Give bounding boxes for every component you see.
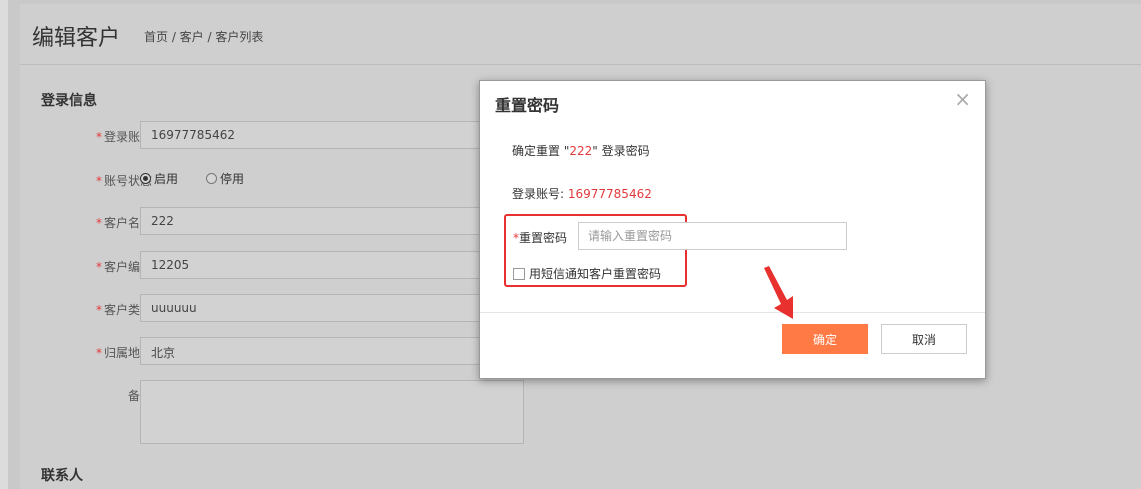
modal-divider	[480, 312, 985, 313]
reset-password-input[interactable]	[578, 222, 847, 250]
sms-notify-option[interactable]: 用短信通知客户重置密码	[513, 265, 661, 282]
account-number: 16977785462	[567, 187, 652, 201]
region-field[interactable]: 北京	[140, 337, 522, 365]
page-title: 编辑客户	[32, 26, 121, 51]
section-title-login: 登录信息	[41, 93, 97, 109]
confirm-customer-name: 222	[569, 144, 593, 158]
annotation-arrow-icon	[764, 266, 793, 319]
required-mark: *	[95, 216, 102, 230]
sms-notify-label: 用短信通知客户重置密码	[529, 267, 662, 281]
sms-notify-checkbox[interactable]	[513, 267, 525, 280]
status-radio-group: 启用 停用	[140, 170, 272, 187]
modal-header: 重置密码 ×	[480, 81, 985, 121]
confirm-button[interactable]: 确定	[782, 324, 868, 354]
page-header: 编辑客户 首页 / 客户 / 客户列表	[20, 4, 1141, 65]
account-info: 登录账号: 16977785462	[512, 187, 652, 201]
section-title-contact: 联系人	[41, 468, 83, 484]
required-mark: *	[95, 260, 102, 274]
reset-password-modal: 重置密码 × 确定重置 "222" 登录密码 登录账号: 16977785462…	[479, 80, 986, 379]
form-row-status: * 账号状态 启用 停用	[20, 165, 540, 195]
customer-type-field[interactable]: uuuuuu	[140, 294, 522, 322]
customer-name-field[interactable]: 222	[140, 207, 522, 235]
status-radio-disabled[interactable]: 停用	[206, 170, 244, 187]
form-row-type: * 客户类型 uuuuuu	[20, 294, 540, 324]
form-row-account: * 登录账号 16977785462	[20, 121, 540, 151]
required-mark: *	[95, 130, 102, 144]
status-disabled-label: 停用	[220, 172, 245, 186]
form-row-name: * 客户名称 222	[20, 207, 540, 237]
form-row-region: * 归属地区 北京	[20, 337, 540, 367]
required-mark: *	[95, 174, 102, 188]
radio-unchecked-icon	[206, 173, 218, 184]
close-icon[interactable]: ×	[954, 87, 971, 111]
modal-title: 重置密码	[495, 96, 560, 115]
remark-textarea[interactable]	[140, 380, 524, 444]
left-sidebar-strip	[0, 0, 8, 489]
radio-checked-icon	[140, 173, 151, 184]
required-mark: *	[95, 346, 102, 360]
cancel-button[interactable]: 取消	[881, 324, 967, 354]
breadcrumb[interactable]: 首页 / 客户 / 客户列表	[144, 28, 263, 45]
required-mark: *	[95, 303, 102, 317]
status-radio-enabled[interactable]: 启用	[140, 170, 178, 187]
account-field[interactable]: 16977785462	[140, 121, 522, 149]
form-row-remark: 备注	[20, 380, 540, 444]
password-label: *重置密码	[513, 231, 568, 245]
customer-code-field[interactable]: 12205	[140, 251, 522, 279]
status-enabled-label: 启用	[154, 172, 179, 186]
confirm-message: 确定重置 "222" 登录密码	[512, 144, 650, 158]
form-row-code: * 客户编号 12205	[20, 251, 540, 281]
